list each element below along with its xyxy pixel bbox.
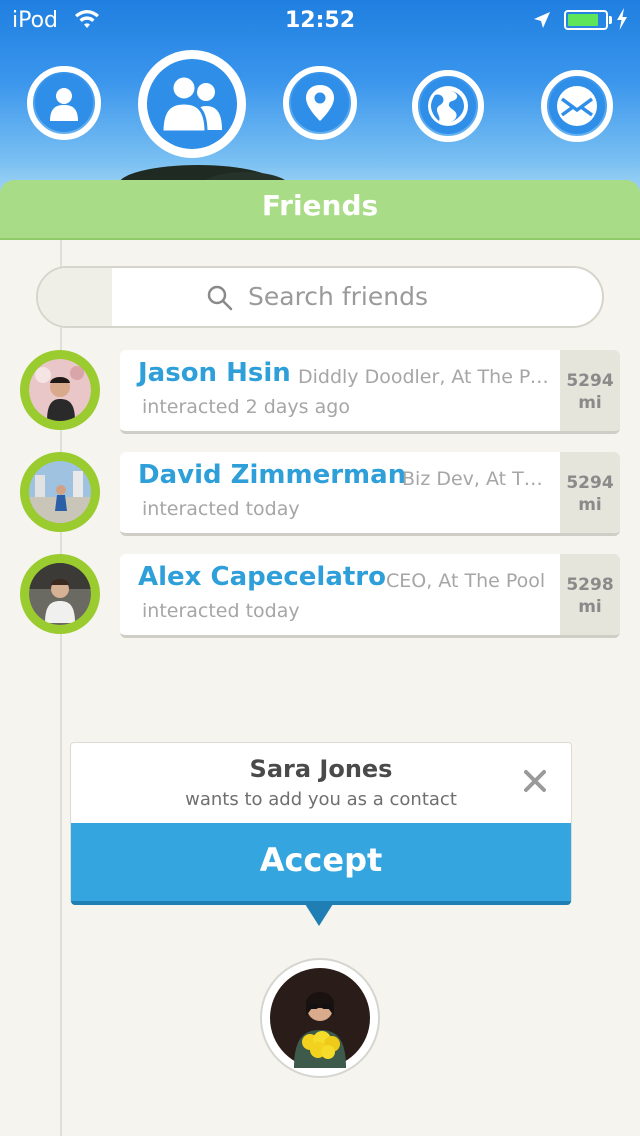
- globe-icon: [420, 78, 476, 134]
- location-arrow-icon: [532, 10, 552, 36]
- friend-name: Jason Hsin: [138, 358, 291, 388]
- friend-photo: [29, 359, 91, 421]
- avatar[interactable]: [20, 452, 100, 532]
- friends-nav-button[interactable]: [138, 50, 246, 158]
- distance-badge: 5294 mi: [560, 452, 620, 533]
- friend-name: Alex Capecelatro: [138, 562, 386, 592]
- profile-nav-button[interactable]: [27, 66, 101, 140]
- distance-unit: mi: [578, 495, 602, 515]
- avatar[interactable]: [20, 350, 100, 430]
- search-left-segment: [38, 268, 112, 326]
- request-message: wants to add you as a contact: [185, 789, 457, 810]
- search-placeholder: Search friends: [248, 282, 428, 311]
- friend-row[interactable]: Jason Hsin Diddly Doodler, At The Po... …: [0, 350, 640, 436]
- accept-button[interactable]: Accept: [71, 823, 571, 905]
- friend-title: Diddly Doodler, At The Po...: [298, 366, 550, 388]
- friend-last-interaction: interacted today: [142, 600, 300, 622]
- requester-photo: [270, 968, 370, 1068]
- friend-card[interactable]: Alex Capecelatro CEO, At The Pool intera…: [120, 554, 620, 638]
- section-title: Friends: [261, 189, 379, 222]
- close-icon[interactable]: [523, 769, 547, 797]
- distance-unit: mi: [578, 597, 602, 617]
- distance-badge: 5294 mi: [560, 350, 620, 431]
- friend-photo: [29, 461, 91, 523]
- friend-photo: [29, 563, 91, 625]
- distance-badge: 5298 mi: [560, 554, 620, 635]
- friend-row[interactable]: David Zimmerman Biz Dev, At The... inter…: [0, 452, 640, 538]
- map-nav-button[interactable]: [283, 66, 357, 140]
- charging-icon: [616, 8, 628, 35]
- profile-icon: [35, 74, 93, 132]
- search-icon: [206, 284, 234, 316]
- messages-nav-button[interactable]: [541, 70, 613, 142]
- map-pin-icon: [291, 74, 349, 132]
- distance-value: 5298: [566, 575, 614, 595]
- envelope-icon: [549, 78, 605, 134]
- friend-title: CEO, At The Pool: [386, 570, 546, 592]
- battery-level: [568, 14, 598, 26]
- distance-value: 5294: [566, 473, 614, 493]
- requester-avatar[interactable]: [260, 958, 380, 1078]
- avatar[interactable]: [20, 554, 100, 634]
- battery-tip: [609, 16, 612, 24]
- contact-request-popup: Sara Jones wants to add you as a contact…: [70, 742, 572, 905]
- battery-icon: [564, 10, 608, 30]
- friend-card[interactable]: David Zimmerman Biz Dev, At The... inter…: [120, 452, 620, 536]
- requester-name: Sara Jones: [249, 755, 393, 783]
- distance-unit: mi: [578, 393, 602, 413]
- friend-title: Biz Dev, At The...: [402, 468, 552, 490]
- section-title-bar: Friends: [0, 180, 640, 240]
- friend-card[interactable]: Jason Hsin Diddly Doodler, At The Po... …: [120, 350, 620, 434]
- search-input[interactable]: Search friends: [36, 266, 604, 328]
- friend-name: David Zimmerman: [138, 460, 407, 490]
- friend-row[interactable]: Alex Capecelatro CEO, At The Pool intera…: [0, 554, 640, 640]
- friend-last-interaction: interacted 2 days ago: [142, 396, 350, 418]
- status-bar: iPod 12:52: [0, 0, 640, 40]
- popup-pointer: [305, 904, 333, 926]
- globe-nav-button[interactable]: [412, 70, 484, 142]
- friends-icon: [147, 59, 237, 149]
- distance-value: 5294: [566, 371, 614, 391]
- friend-last-interaction: interacted today: [142, 498, 300, 520]
